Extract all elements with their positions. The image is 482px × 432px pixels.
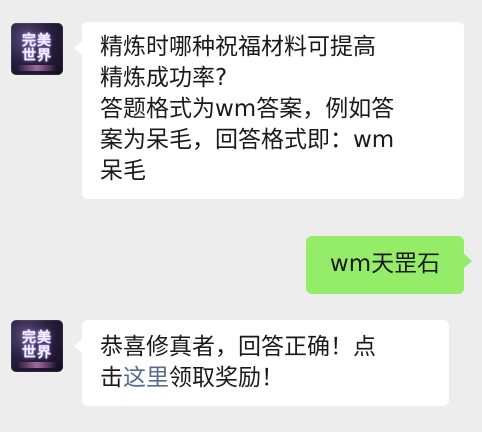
avatar-logo-text-bottom: 世界 <box>22 48 52 64</box>
bot-avatar[interactable]: 完美 世界 <box>11 320 63 372</box>
perfect-world-logo-icon <box>17 362 57 368</box>
bot-avatar[interactable]: 完美 世界 <box>11 23 63 75</box>
avatar-logo-text-bottom: 世界 <box>22 345 52 361</box>
message-line: 案为呆毛，回答格式即：wm <box>100 127 395 153</box>
user-answer-text: wm天罡石 <box>329 251 441 277</box>
message-line: 呆毛 <box>100 158 146 184</box>
message-line: 击这里领取奖励！ <box>100 363 433 394</box>
message-text: 领取奖励！ <box>169 365 284 391</box>
bot-reply-bubble[interactable]: 恭喜修真者，回答正确！点 击这里领取奖励！ <box>74 320 449 406</box>
avatar-logo-text-top: 完美 <box>22 33 52 49</box>
claim-reward-link[interactable]: 这里 <box>123 365 169 391</box>
message-line: 精炼成功率? <box>100 65 228 91</box>
message-line: 答题格式为wm答案，例如答 <box>100 96 395 122</box>
perfect-world-logo-icon <box>17 65 57 71</box>
bot-question-bubble[interactable]: 精炼时哪种祝福材料可提高 精炼成功率? 答题格式为wm答案，例如答 案为呆毛，回… <box>74 22 464 199</box>
message-line: 精炼时哪种祝福材料可提高 <box>100 34 376 60</box>
message-text: 击 <box>100 365 123 391</box>
user-answer-bubble[interactable]: wm天罡石 <box>306 236 472 294</box>
avatar-logo-text-top: 完美 <box>22 330 52 346</box>
message-line: 恭喜修真者，回答正确！点 <box>100 334 376 360</box>
